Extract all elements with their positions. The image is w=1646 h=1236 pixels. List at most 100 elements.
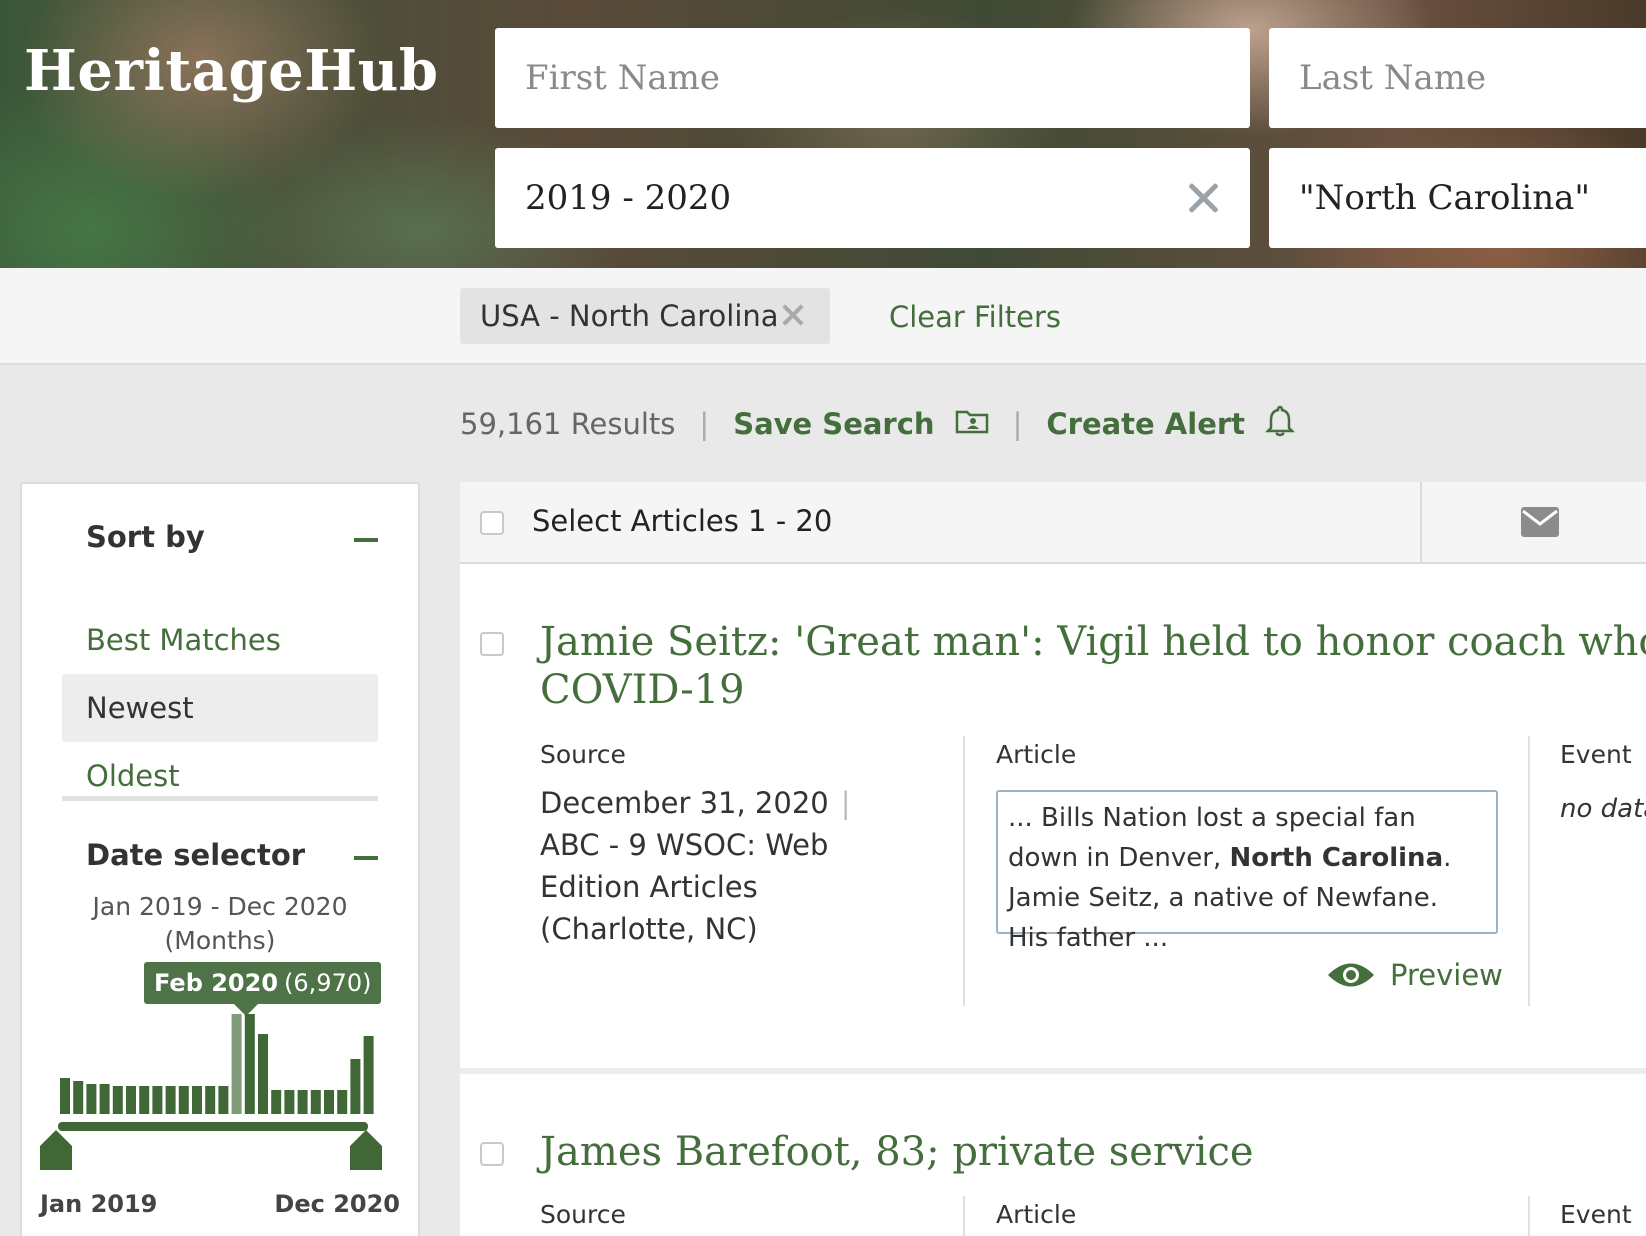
eye-icon — [1328, 963, 1374, 987]
source-name-line1: ABC - 9 WSOC: Web — [540, 828, 829, 862]
column-divider — [1528, 736, 1530, 1006]
histogram-bar[interactable] — [73, 1081, 84, 1114]
article-snippet[interactable]: ... Bills Nation lost a special fan down… — [996, 790, 1498, 953]
sort-by-heading: Sort by — [86, 520, 205, 554]
histogram-bar[interactable] — [284, 1090, 295, 1114]
collapse-date-icon[interactable] — [354, 856, 378, 860]
keyword-field[interactable]: "North Carolina" — [1269, 148, 1646, 248]
histogram-bar[interactable] — [205, 1086, 216, 1114]
select-bar: Select Articles 1 - 20 — [460, 482, 1646, 564]
histogram-bar[interactable] — [218, 1086, 229, 1114]
separator: | — [699, 407, 710, 441]
histogram-bar[interactable] — [310, 1090, 321, 1114]
histogram-bar[interactable] — [258, 1034, 268, 1114]
date-range-unit: (Months) — [164, 926, 276, 955]
results-count: 59,161 Results — [460, 407, 676, 441]
article-title-continued[interactable]: COVID-19 — [540, 666, 745, 714]
preview-button[interactable]: Preview — [1326, 958, 1503, 992]
first-name-field[interactable]: First Name — [495, 28, 1250, 128]
article-checkbox[interactable] — [480, 632, 504, 656]
results-panel: Select Articles 1 - 20 Jamie Seitz: 'Gre… — [460, 482, 1646, 1236]
date-histogram[interactable] — [22, 1014, 422, 1214]
site-logo[interactable]: HeritageHub — [24, 38, 439, 104]
collapse-sort-icon[interactable] — [354, 538, 378, 542]
histogram-tooltip: Feb 2020 (6,970) — [144, 962, 382, 1016]
last-name-field[interactable]: Last Name — [1269, 28, 1646, 128]
event-column-heading: Event — [1560, 740, 1632, 769]
histogram-bar[interactable] — [60, 1078, 70, 1114]
range-start-label: Jan 2019 — [40, 1190, 158, 1218]
histogram-bar[interactable] — [152, 1086, 163, 1114]
select-all-checkbox[interactable] — [480, 511, 504, 535]
histogram-bar[interactable] — [99, 1084, 110, 1114]
sort-option-newest[interactable]: Newest — [62, 674, 378, 742]
remove-filter-icon[interactable] — [782, 304, 804, 326]
histogram-bar[interactable] — [244, 1014, 255, 1114]
histogram-bar[interactable] — [178, 1086, 189, 1114]
sort-option-best-matches[interactable]: Best Matches — [62, 606, 378, 674]
last-name-placeholder: Last Name — [1299, 58, 1487, 98]
column-divider — [963, 736, 965, 1006]
article-title[interactable]: Jamie Seitz: 'Great man': Vigil held to … — [540, 618, 1646, 666]
histogram-bar[interactable] — [350, 1059, 361, 1114]
clear-filters-link[interactable]: Clear Filters — [889, 300, 1061, 334]
article-column-heading: Article — [996, 1200, 1077, 1229]
filter-chip[interactable]: USA - North Carolina — [460, 288, 830, 344]
article-divider — [460, 1068, 1646, 1074]
article-date: December 31, 2020 — [540, 786, 829, 820]
preview-label: Preview — [1390, 958, 1503, 992]
histogram-bar[interactable] — [192, 1086, 202, 1114]
histogram-bar-selected[interactable] — [231, 1014, 242, 1114]
histogram-bar[interactable] — [337, 1090, 348, 1114]
bell-icon[interactable] — [1265, 405, 1296, 444]
keyword-value: "North Carolina" — [1299, 178, 1591, 218]
histogram-bar[interactable] — [112, 1086, 123, 1114]
article-checkbox[interactable] — [480, 1142, 504, 1166]
range-end-handle[interactable] — [350, 1130, 382, 1170]
select-bar-divider — [1420, 482, 1422, 564]
event-column-heading: Event — [1560, 1200, 1632, 1229]
snippet-highlight: North Carolina — [1229, 843, 1444, 873]
separator: | — [840, 786, 851, 820]
histogram-bar[interactable] — [126, 1086, 136, 1114]
histogram-bar[interactable] — [297, 1090, 308, 1114]
date-field[interactable]: 2019 - 2020 — [495, 148, 1250, 248]
sidebar: Sort by Best Matches Newest Oldest Date … — [20, 482, 420, 1236]
separator: | — [1012, 407, 1023, 441]
histogram-bar[interactable] — [363, 1036, 374, 1114]
source-name-line2: Edition Articles — [540, 870, 758, 904]
histogram-bar[interactable] — [271, 1090, 282, 1114]
histogram-bar[interactable] — [324, 1090, 334, 1114]
filter-chip-label: USA - North Carolina — [480, 299, 779, 333]
article-column-heading: Article — [996, 740, 1077, 769]
email-icon[interactable] — [1520, 506, 1560, 542]
source-column-heading: Source — [540, 1200, 626, 1229]
article-source: December 31, 2020 | ABC - 9 WSOC: Web Edi… — [540, 782, 940, 950]
histogram-bar[interactable] — [139, 1086, 150, 1114]
range-start-handle[interactable] — [40, 1130, 72, 1170]
sidebar-divider — [62, 796, 378, 801]
folder-user-icon[interactable] — [955, 407, 989, 441]
filter-bar: USA - North Carolina Clear Filters — [0, 268, 1646, 365]
source-column-heading: Source — [540, 740, 626, 769]
hero-header: HeritageHub First Name Last Name 2019 - … — [0, 0, 1646, 268]
event-value: no data — [1560, 794, 1646, 824]
create-alert-link[interactable]: Create Alert — [1046, 407, 1245, 441]
histogram-bar[interactable] — [165, 1086, 176, 1114]
date-value: 2019 - 2020 — [525, 178, 732, 218]
tooltip-count: (6,970) — [284, 969, 372, 997]
results-bar: 59,161 Results | Save Search | Create Al… — [460, 402, 1296, 446]
date-selector-heading: Date selector — [86, 838, 306, 872]
save-search-link[interactable]: Save Search — [733, 407, 934, 441]
article-title[interactable]: James Barefoot, 83; private service — [540, 1128, 1254, 1176]
date-range-label: Jan 2019 - Dec 2020 — [92, 892, 348, 921]
column-divider — [1528, 1196, 1530, 1236]
clear-date-icon[interactable] — [1186, 181, 1220, 215]
range-end-label: Dec 2020 — [274, 1190, 400, 1218]
source-location: (Charlotte, NC) — [540, 912, 758, 946]
range-slider-track[interactable] — [58, 1122, 368, 1131]
histogram-bar[interactable] — [86, 1084, 97, 1114]
first-name-placeholder: First Name — [525, 58, 721, 98]
column-divider — [963, 1196, 965, 1236]
tooltip-date: Feb 2020 — [154, 969, 279, 997]
